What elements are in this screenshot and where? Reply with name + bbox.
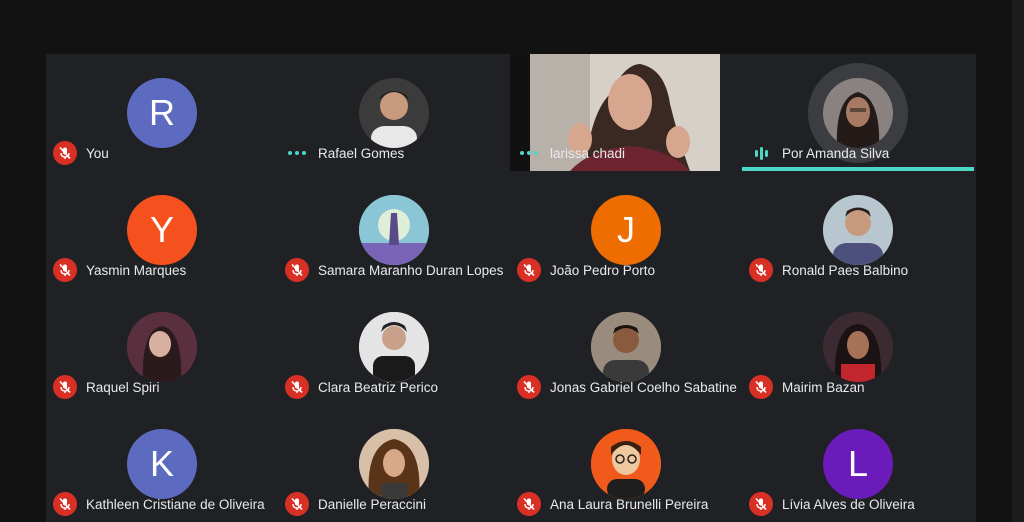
participant-tile[interactable]: Y Yasmin Marques bbox=[46, 171, 278, 288]
person-photo-icon bbox=[823, 78, 893, 148]
avatar bbox=[823, 78, 893, 148]
participant-name: Por Amanda Silva bbox=[782, 145, 890, 161]
avatar bbox=[359, 429, 429, 499]
avatar bbox=[823, 195, 893, 265]
participant-name: Ana Laura Brunelli Pereira bbox=[550, 496, 709, 512]
avatar bbox=[591, 312, 661, 382]
avatar bbox=[823, 312, 893, 382]
participant-name: Yasmin Marques bbox=[86, 262, 187, 278]
participant-tile[interactable]: Mairim Bazan bbox=[742, 288, 974, 405]
mic-off-icon[interactable] bbox=[53, 492, 77, 516]
participant-name: Lívia Alves de Oliveira bbox=[782, 496, 915, 512]
person-photo-icon bbox=[823, 312, 893, 382]
avatar: Y bbox=[127, 195, 197, 265]
avatar bbox=[359, 78, 429, 148]
participant-name: Jonas Gabriel Coelho Sabatine bbox=[550, 379, 737, 395]
participant-tile[interactable]: J João Pedro Porto bbox=[510, 171, 742, 288]
fantasy-art-icon bbox=[359, 195, 429, 265]
avatar bbox=[359, 312, 429, 382]
mic-off-icon[interactable] bbox=[285, 375, 309, 399]
participant-grid: R You Rafael Gomes larissa chadi Por Ama… bbox=[46, 54, 976, 522]
participant-tile[interactable]: Clara Beatriz Perico bbox=[278, 288, 510, 405]
participant-tile[interactable]: L Lívia Alves de Oliveira bbox=[742, 405, 974, 522]
participant-tile[interactable]: Rafael Gomes bbox=[278, 54, 510, 171]
avatar bbox=[127, 312, 197, 382]
participant-name: larissa chadi bbox=[550, 145, 626, 161]
mic-off-icon[interactable] bbox=[749, 375, 773, 399]
mic-off-icon[interactable] bbox=[285, 258, 309, 282]
mic-off-icon[interactable] bbox=[285, 492, 309, 516]
mic-off-icon[interactable] bbox=[53, 141, 77, 165]
participant-video-tile[interactable]: larissa chadi bbox=[510, 54, 742, 171]
participant-name: Danielle Peraccini bbox=[318, 496, 427, 512]
avatar-letter: R bbox=[149, 92, 175, 133]
avatar: L bbox=[823, 429, 893, 499]
speaking-indicator-icon bbox=[749, 141, 773, 165]
participant-tile[interactable]: Raquel Spiri bbox=[46, 288, 278, 405]
avatar-letter: L bbox=[847, 443, 869, 484]
participant-name: João Pedro Porto bbox=[550, 262, 656, 278]
participant-tile[interactable]: Samara Maranho Duran Lopes bbox=[278, 171, 510, 288]
participant-name: Raquel Spiri bbox=[86, 379, 160, 395]
mic-off-icon[interactable] bbox=[53, 258, 77, 282]
mic-off-icon[interactable] bbox=[749, 492, 773, 516]
person-photo-icon bbox=[359, 312, 429, 382]
participant-name: Clara Beatriz Perico bbox=[318, 379, 439, 395]
avatar bbox=[591, 429, 661, 499]
participant-tile[interactable]: Jonas Gabriel Coelho Sabatine bbox=[510, 288, 742, 405]
participant-tile[interactable]: Danielle Peraccini bbox=[278, 405, 510, 522]
avatar: R bbox=[127, 78, 197, 148]
more-dots-icon bbox=[517, 141, 541, 165]
participant-tile[interactable]: Ronald Paes Balbino bbox=[742, 171, 974, 288]
window-edge bbox=[1012, 0, 1024, 522]
mic-off-icon[interactable] bbox=[517, 375, 541, 399]
person-photo-icon bbox=[127, 312, 197, 382]
avatar-letter: J bbox=[617, 209, 635, 250]
mic-off-icon[interactable] bbox=[53, 375, 77, 399]
participant-name: Kathleen Cristiane de Oliveira bbox=[86, 496, 265, 512]
avatar bbox=[359, 195, 429, 265]
participant-tile[interactable]: R You bbox=[46, 54, 278, 171]
participant-name: You bbox=[86, 145, 109, 161]
avatar-letter: K bbox=[149, 443, 174, 484]
cartoon-avatar-icon bbox=[591, 429, 661, 499]
mic-off-icon[interactable] bbox=[517, 258, 541, 282]
participant-tile[interactable]: K Kathleen Cristiane de Oliveira bbox=[46, 405, 278, 522]
participant-name: Samara Maranho Duran Lopes bbox=[318, 262, 504, 278]
participant-tile-active[interactable]: Por Amanda Silva bbox=[742, 54, 974, 171]
avatar: K bbox=[127, 429, 197, 499]
mic-off-icon[interactable] bbox=[517, 492, 541, 516]
person-photo-icon bbox=[823, 195, 893, 265]
participant-name: Mairim Bazan bbox=[782, 379, 865, 395]
person-photo-icon bbox=[359, 429, 429, 499]
participant-name: Ronald Paes Balbino bbox=[782, 262, 909, 278]
participant-tile[interactable]: Ana Laura Brunelli Pereira bbox=[510, 405, 742, 522]
avatar: J bbox=[591, 195, 661, 265]
avatar-letter: Y bbox=[149, 209, 174, 250]
more-dots-icon bbox=[285, 141, 309, 165]
mic-off-icon[interactable] bbox=[749, 258, 773, 282]
person-photo-icon bbox=[359, 78, 429, 148]
person-photo-icon bbox=[591, 312, 661, 382]
participant-name: Rafael Gomes bbox=[318, 145, 405, 161]
